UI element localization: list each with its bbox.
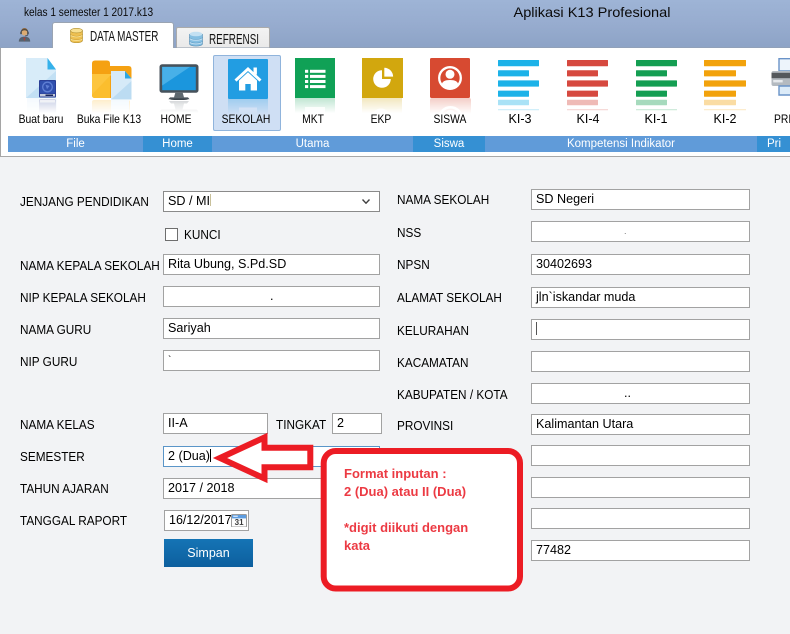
svg-text:Format inputan :: Format inputan :: [344, 466, 447, 481]
svg-text:2 (Dua) atau II (Dua): 2 (Dua) atau II (Dua): [344, 484, 466, 499]
svg-text:kata: kata: [344, 538, 371, 553]
svg-text:*digit diikuti dengan: *digit diikuti dengan: [344, 520, 468, 535]
